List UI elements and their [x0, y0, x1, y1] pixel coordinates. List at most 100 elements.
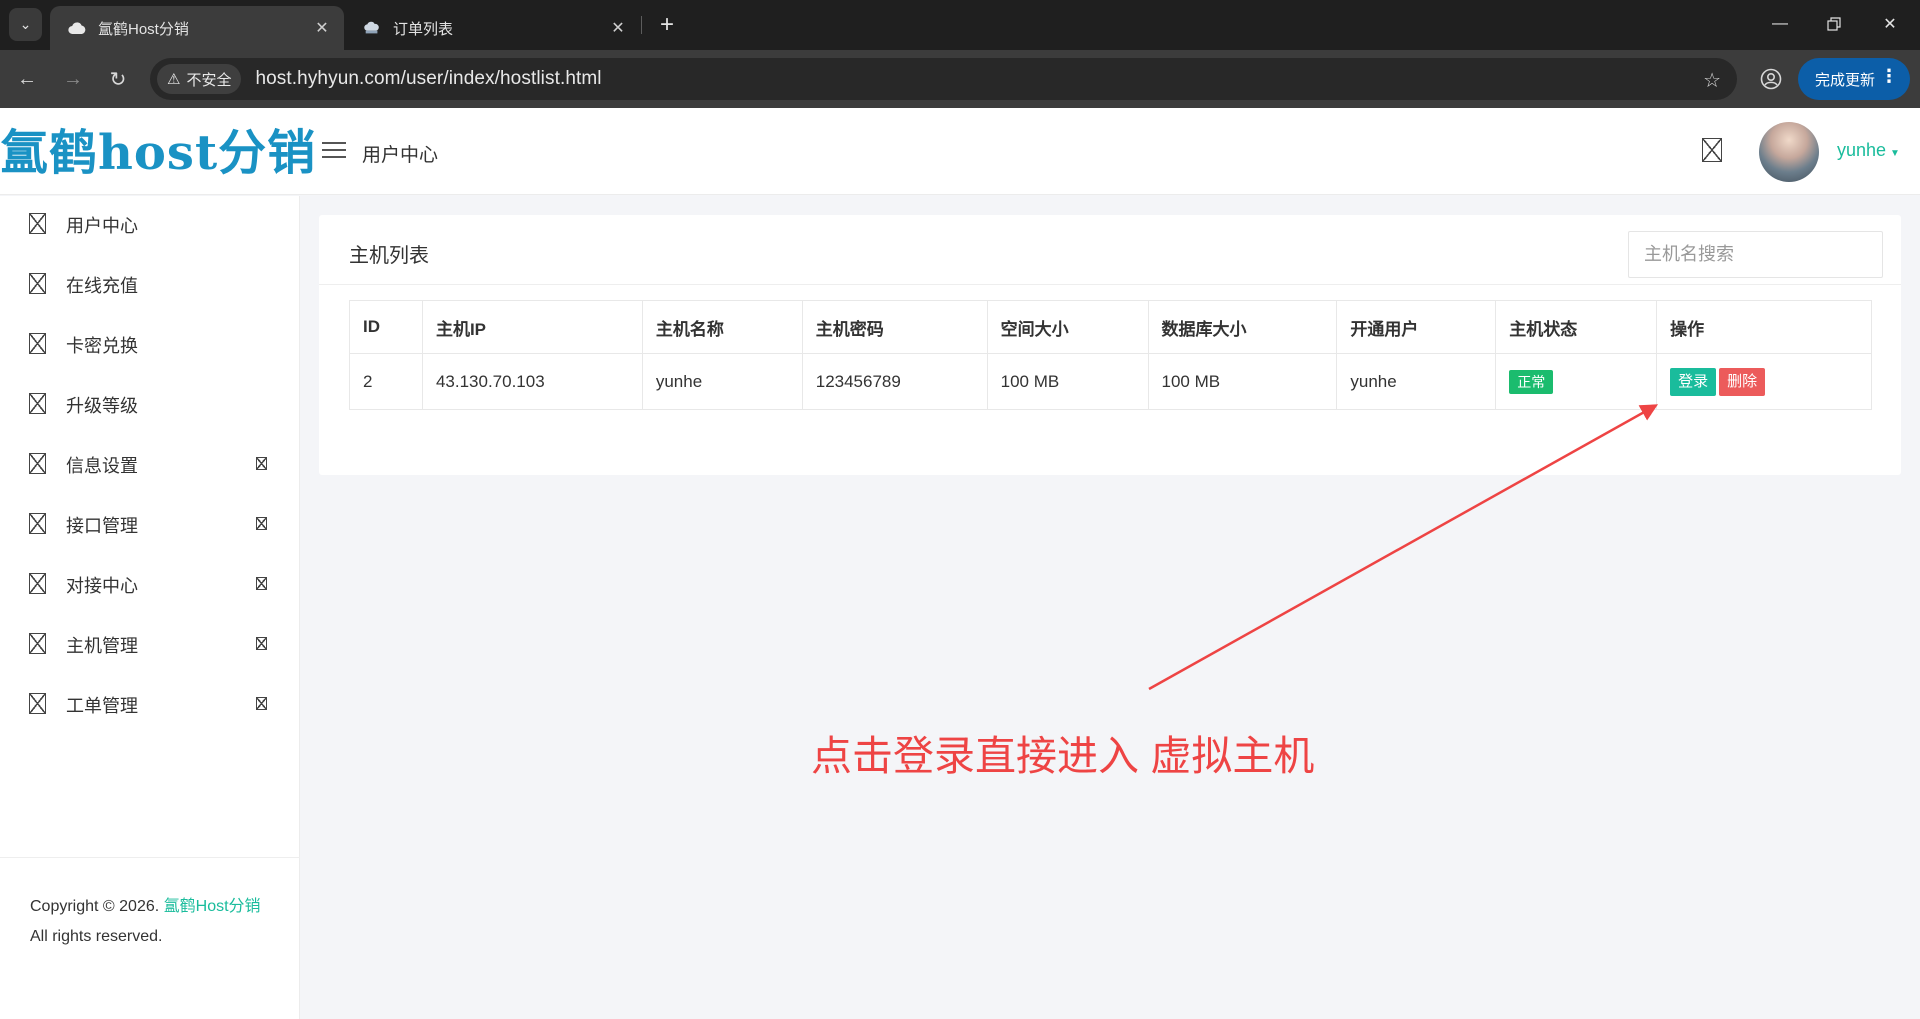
sidebar-item-label: 主机管理 — [66, 636, 138, 656]
login-button[interactable]: 登录 — [1670, 367, 1717, 396]
cell-user: yunhe — [1336, 353, 1497, 410]
close-window-button[interactable]: ✕ — [1862, 0, 1918, 48]
avatar[interactable] — [1759, 122, 1819, 182]
reload-button[interactable]: ↻ — [102, 63, 134, 95]
sidebar-item-card-redeem[interactable]: 卡密兑换 — [0, 318, 300, 368]
api-icon — [29, 513, 46, 534]
close-icon[interactable]: ✕ — [608, 18, 628, 38]
user-menu[interactable]: yunhe ▼ — [1837, 140, 1900, 161]
sidebar-item-host-management[interactable]: 主机管理 — [0, 618, 300, 668]
security-indicator[interactable]: ⚠ 不安全 — [157, 64, 242, 94]
card-redeem-icon — [29, 333, 46, 354]
warning-icon: ⚠ — [167, 71, 181, 88]
cloud-icon — [68, 19, 86, 37]
sidebar-item-upgrade-level[interactable]: 升级等级 — [0, 378, 300, 428]
sidebar-item-label: 卡密兑换 — [66, 336, 138, 356]
browser-tab-active[interactable]: 氲鹤Host分销 ✕ — [50, 6, 344, 50]
copyright-brand-link[interactable]: 氲鹤Host分销 — [164, 898, 261, 915]
more-vert-icon: ⋮ — [1880, 66, 1898, 86]
copyright-suffix: All rights reserved. — [30, 928, 163, 945]
restore-button[interactable] — [1806, 0, 1862, 48]
security-label: 不安全 — [186, 71, 232, 89]
chevron-down-icon: ⌄ — [19, 16, 32, 32]
column-header: 主机名称 — [641, 300, 803, 354]
sidebar-item-docking-center[interactable]: 对接中心 — [0, 558, 300, 608]
sidebar-item-label: 工单管理 — [66, 696, 138, 716]
profile-button[interactable] — [1755, 63, 1787, 95]
minimize-button[interactable]: — — [1752, 0, 1808, 48]
star-icon[interactable]: ☆ — [1703, 68, 1721, 93]
sidebar-item-info-settings[interactable]: 信息设置 — [0, 438, 300, 488]
menu-toggle-icon[interactable] — [322, 140, 346, 160]
minimize-icon: — — [1772, 15, 1788, 32]
delete-button[interactable]: 删除 — [1719, 367, 1766, 396]
cloud-server-icon — [363, 19, 381, 37]
logo[interactable]: 氲鹤host分销 — [0, 126, 315, 181]
back-button[interactable]: ← — [11, 63, 43, 95]
update-button[interactable]: 完成更新 ⋮ — [1798, 58, 1910, 100]
submenu-arrow-icon — [256, 517, 267, 530]
recharge-icon — [29, 273, 46, 294]
table-header-row: ID 主机IP 主机名称 主机密码 空间大小 数据库大小 开通用户 主机状态 操… — [349, 300, 1872, 354]
username: yunhe — [1837, 140, 1887, 160]
tab-title: 订单列表 — [393, 20, 454, 38]
column-header: 主机IP — [421, 300, 643, 354]
plus-icon: + — [659, 11, 674, 38]
settings-icon — [29, 453, 46, 474]
tab-separator — [641, 16, 642, 34]
cell-db-size: 100 MB — [1147, 353, 1338, 410]
sidebar: 用户中心 在线充值 卡密兑换 升级等级 信息设置 接口管理 对接中心 主机管理 … — [0, 196, 300, 1019]
arrow-left-icon: ← — [17, 67, 37, 90]
sidebar-item-ticket-management[interactable]: 工单管理 — [0, 678, 300, 728]
cell-password: 123456789 — [801, 353, 988, 410]
browser-tab-strip: ⌄ 氲鹤Host分销 ✕ 订单列表 ✕ + — ✕ — [0, 0, 1920, 50]
submenu-arrow-icon — [256, 577, 267, 590]
header-title[interactable]: 用户中心 — [362, 140, 438, 167]
sidebar-item-label: 对接中心 — [66, 576, 138, 596]
submenu-arrow-icon — [256, 697, 267, 710]
close-icon[interactable]: ✕ — [312, 18, 332, 38]
caret-down-icon: ▼ — [1890, 148, 1900, 159]
copyright-prefix: Copyright © 2026. — [30, 898, 160, 915]
new-tab-button[interactable]: + — [652, 10, 682, 40]
column-header: 空间大小 — [986, 300, 1149, 354]
fullscreen-icon[interactable] — [1702, 138, 1722, 162]
page-title: 主机列表 — [349, 245, 429, 267]
copyright: Copyright © 2026. 氲鹤Host分销 All rights re… — [30, 892, 270, 952]
host-icon — [29, 633, 46, 654]
cell-id: 2 — [349, 353, 423, 410]
ticket-icon — [29, 693, 46, 714]
sidebar-item-label: 信息设置 — [66, 456, 138, 476]
forward-button[interactable]: → — [57, 63, 89, 95]
cell-space: 100 MB — [986, 353, 1149, 410]
submenu-arrow-icon — [256, 637, 267, 650]
sidebar-item-api-management[interactable]: 接口管理 — [0, 498, 300, 548]
sidebar-item-recharge[interactable]: 在线充值 — [0, 258, 300, 308]
address-bar[interactable]: ⚠ 不安全 host.hyhyun.com/user/index/hostlis… — [150, 58, 1737, 100]
annotation-text: 点击登录直接进入 虚拟主机 — [811, 733, 1315, 779]
sidebar-item-label: 升级等级 — [66, 396, 138, 416]
card-header-divider — [319, 284, 1901, 285]
host-search-input[interactable] — [1628, 231, 1883, 278]
url-text[interactable]: host.hyhyun.com/user/index/hostlist.html — [255, 68, 601, 90]
restore-icon — [1827, 17, 1841, 31]
arrow-right-icon: → — [63, 67, 83, 90]
host-table: ID 主机IP 主机名称 主机密码 空间大小 数据库大小 开通用户 主机状态 操… — [349, 300, 1872, 410]
close-icon: ✕ — [1883, 16, 1897, 33]
sidebar-divider — [0, 857, 300, 858]
submenu-arrow-icon — [256, 457, 267, 470]
tab-search-button[interactable]: ⌄ — [9, 8, 42, 41]
sidebar-item-user-center[interactable]: 用户中心 — [0, 198, 300, 248]
browser-tab-inactive[interactable]: 订单列表 ✕ — [345, 6, 640, 50]
sidebar-item-label: 在线充值 — [66, 276, 138, 296]
cell-actions: 登录 删除 — [1656, 353, 1872, 410]
host-list-card: 主机列表 ID 主机IP 主机名称 主机密码 空间大小 数据库大小 开通用户 主… — [319, 215, 1901, 475]
upgrade-icon — [29, 393, 46, 414]
reload-icon: ↻ — [109, 68, 127, 91]
column-header: 主机密码 — [801, 300, 988, 354]
status-badge: 正常 — [1509, 369, 1554, 394]
column-header: ID — [349, 300, 423, 354]
table-row: 2 43.130.70.103 yunhe 123456789 100 MB 1… — [349, 353, 1872, 410]
user-center-icon — [29, 213, 46, 234]
column-header: 操作 — [1656, 300, 1872, 354]
